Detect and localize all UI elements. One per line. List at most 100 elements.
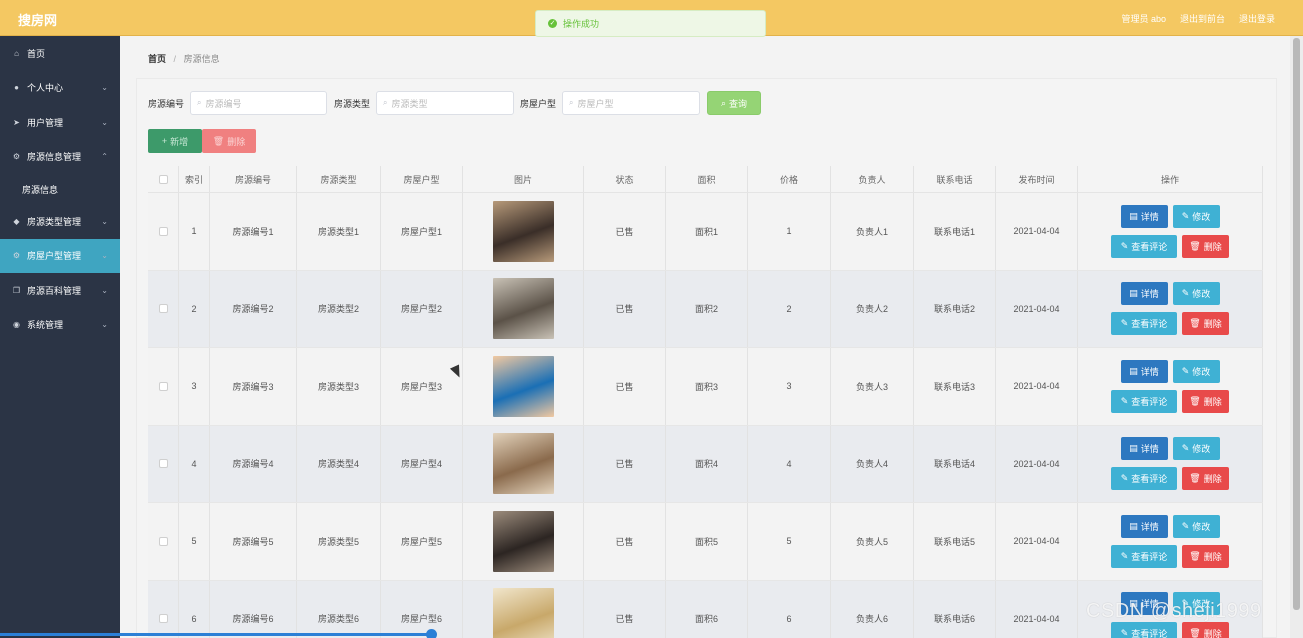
delete-button[interactable]: 🗑 删除 xyxy=(1182,389,1229,413)
view-reviews-button[interactable]: ✎ 查看评论 xyxy=(1111,234,1177,258)
image-cell xyxy=(463,425,584,502)
sidebar-item-7[interactable]: ❐ 房源百科管理 ⌄ xyxy=(0,273,120,308)
edit-icon: ✎ xyxy=(1120,395,1129,406)
row-checkbox[interactable] xyxy=(158,304,168,314)
row-checkbox-cell xyxy=(148,193,179,270)
mic-icon: ◉ xyxy=(13,320,20,330)
delete-button-label: 删除 xyxy=(1203,474,1222,485)
cell-date: 2021-04-04 xyxy=(996,503,1078,580)
column-header: 房源编号 xyxy=(210,166,297,192)
delete-button[interactable]: 🗑 删除 xyxy=(1182,622,1229,638)
sidebar-item-3[interactable]: ⚙ 房源信息管理 ⌃ xyxy=(0,140,120,175)
row-checkbox[interactable] xyxy=(158,614,168,624)
house-thumbnail[interactable] xyxy=(492,278,554,340)
house-thumbnail[interactable] xyxy=(492,588,554,638)
sidebar-item-2[interactable]: ➤ 用户管理 ⌄ xyxy=(0,105,120,140)
cell-type: 房源类型2 xyxy=(297,270,381,347)
table-row[interactable]: 5 房源编号5 房源类型5 房屋户型5 已售 面积5 5 负责人5 联系电话5 2021-04-0… xyxy=(148,503,1263,581)
detail-button[interactable]: ▤ 详情 xyxy=(1120,514,1168,538)
edit-button[interactable]: ✎ 修改 xyxy=(1172,204,1220,228)
column-header: 索引 xyxy=(179,166,210,192)
view-reviews-button[interactable]: ✎ 查看评论 xyxy=(1111,622,1177,638)
house-thumbnail[interactable] xyxy=(492,355,554,417)
sidebar-item-5[interactable]: ◆ 房源类型管理 ⌄ xyxy=(0,204,120,239)
chevron-down-icon: ⌄ xyxy=(101,216,108,226)
chevron-down-icon: ⌄ xyxy=(101,251,108,261)
row-checkbox[interactable] xyxy=(158,536,168,546)
house-thumbnail[interactable] xyxy=(492,510,554,572)
scrollbar-thumb[interactable] xyxy=(1293,38,1300,610)
admin-user-link[interactable]: 管理员 abo xyxy=(1121,12,1166,25)
edit-icon: ✎ xyxy=(1120,473,1129,484)
search-input-code[interactable]: ⌕ 房源编号 xyxy=(190,91,328,115)
vertical-scrollbar[interactable] xyxy=(1290,36,1303,638)
select-all-checkbox[interactable] xyxy=(158,174,168,184)
brand-logo[interactable]: 搜房网 xyxy=(18,10,57,29)
delete-button[interactable]: 🗑 删除 xyxy=(1182,467,1229,491)
delete-button[interactable]: 🗑 删除 xyxy=(1182,544,1229,568)
cell-status: 已售 xyxy=(584,580,666,638)
edit-button-label: 修改 xyxy=(1192,444,1211,455)
table-row[interactable]: 4 房源编号4 房源类型4 房屋户型4 已售 面积4 4 负责人4 联系电话4 2021-04-0… xyxy=(148,425,1263,503)
table-row[interactable]: 1 房源编号1 房源类型1 房屋户型1 已售 面积1 1 负责人1 联系电话1 2021-04-0… xyxy=(148,193,1263,271)
breadcrumb-home[interactable]: 首页 xyxy=(148,54,166,64)
cell-status: 已售 xyxy=(584,270,666,347)
table-row[interactable]: 2 房源编号2 房源类型2 房屋户型2 已售 面积2 2 负责人2 联系电话2 2021-04-0… xyxy=(148,270,1263,348)
batch-delete-button[interactable]: 🗑 删除 xyxy=(202,129,256,153)
search-input-layout[interactable]: ⌕ 房屋户型 xyxy=(562,91,701,115)
detail-button[interactable]: ▤ 详情 xyxy=(1120,204,1168,228)
sidebar-item-8[interactable]: ◉ 系统管理 ⌄ xyxy=(0,308,120,343)
sidebar-item-1[interactable]: ● 个人中心 ⌄ xyxy=(0,71,120,106)
detail-button[interactable]: ▤ 详情 xyxy=(1120,359,1168,383)
cell-status: 已售 xyxy=(584,193,666,270)
row-checkbox[interactable] xyxy=(158,226,168,236)
logout-link[interactable]: 退出登录 xyxy=(1239,12,1275,25)
add-button[interactable]: + 新增 xyxy=(148,129,202,153)
cell-date: 2021-04-04 xyxy=(996,193,1078,270)
progress-knob[interactable] xyxy=(426,629,437,638)
column-header: 负责人 xyxy=(831,166,914,192)
batch-delete-label: 删除 xyxy=(227,136,246,147)
row-checkbox[interactable] xyxy=(158,459,168,469)
sidebar-item-4[interactable]: 房源信息 xyxy=(0,174,120,204)
sidebar: ⌂ 首页 ● 个人中心 ⌄ ➤ 用户管理 ⌄ ⚙ 房源信息管理 ⌃ 房源信息 ◆ 房源类型管理 ⌄ ⚙ 房屋户型… xyxy=(0,36,120,638)
edit-icon: ✎ xyxy=(1181,365,1190,376)
cell-phone: 联系电话1 xyxy=(914,193,996,270)
sidebar-item-6[interactable]: ⚙ 房屋户型管理 ⌄ xyxy=(0,238,120,273)
back-to-frontend-link[interactable]: 退出到前台 xyxy=(1180,12,1225,25)
delete-button[interactable]: 🗑 删除 xyxy=(1182,312,1229,336)
detail-button[interactable]: ▤ 详情 xyxy=(1120,437,1168,461)
search-icon: ⌕ xyxy=(383,98,388,107)
view-reviews-button[interactable]: ✎ 查看评论 xyxy=(1111,389,1177,413)
edit-button[interactable]: ✎ 修改 xyxy=(1172,437,1220,461)
edit-button[interactable]: ✎ 修改 xyxy=(1172,282,1220,306)
view-reviews-button[interactable]: ✎ 查看评论 xyxy=(1111,467,1177,491)
house-thumbnail[interactable] xyxy=(492,200,554,262)
query-button-label: 查询 xyxy=(729,98,748,109)
cell-price: 5 xyxy=(748,503,831,580)
delete-button[interactable]: 🗑 删除 xyxy=(1182,234,1229,258)
cell-phone: 联系电话4 xyxy=(914,425,996,502)
row-actions-cell: ▤ 详情 ✎ 修改 ✎ 查看评论 🗑 删除 xyxy=(1078,348,1263,425)
sidebar-item-0[interactable]: ⌂ 首页 xyxy=(0,36,120,71)
view-reviews-button[interactable]: ✎ 查看评论 xyxy=(1111,544,1177,568)
edit-button[interactable]: ✎ 修改 xyxy=(1172,514,1220,538)
column-header: 状态 xyxy=(584,166,666,192)
image-cell xyxy=(463,348,584,425)
detail-button[interactable]: ▤ 详情 xyxy=(1120,282,1168,306)
row-checkbox-cell xyxy=(148,348,179,425)
search-input-type[interactable]: ⌕ 房源类型 xyxy=(376,91,515,115)
cell-type: 房源类型3 xyxy=(297,348,381,425)
query-button[interactable]: ⌕ 查询 xyxy=(707,91,761,115)
edit-button-label: 修改 xyxy=(1192,366,1211,377)
row-checkbox[interactable] xyxy=(158,381,168,391)
toast-message: 操作成功 xyxy=(563,19,600,29)
chevron-up-icon: ⌃ xyxy=(101,152,108,162)
view-reviews-button[interactable]: ✎ 查看评论 xyxy=(1111,312,1177,336)
cell-owner: 负责人2 xyxy=(831,270,914,347)
view-reviews-button-label: 查看评论 xyxy=(1131,241,1168,252)
table-row[interactable]: 3 房源编号3 房源类型3 房屋户型3 已售 面积3 3 负责人3 联系电话3 2021-04-0… xyxy=(148,348,1263,426)
edit-button[interactable]: ✎ 修改 xyxy=(1172,359,1220,383)
column-header: 发布时间 xyxy=(996,166,1078,192)
house-thumbnail[interactable] xyxy=(492,433,554,495)
